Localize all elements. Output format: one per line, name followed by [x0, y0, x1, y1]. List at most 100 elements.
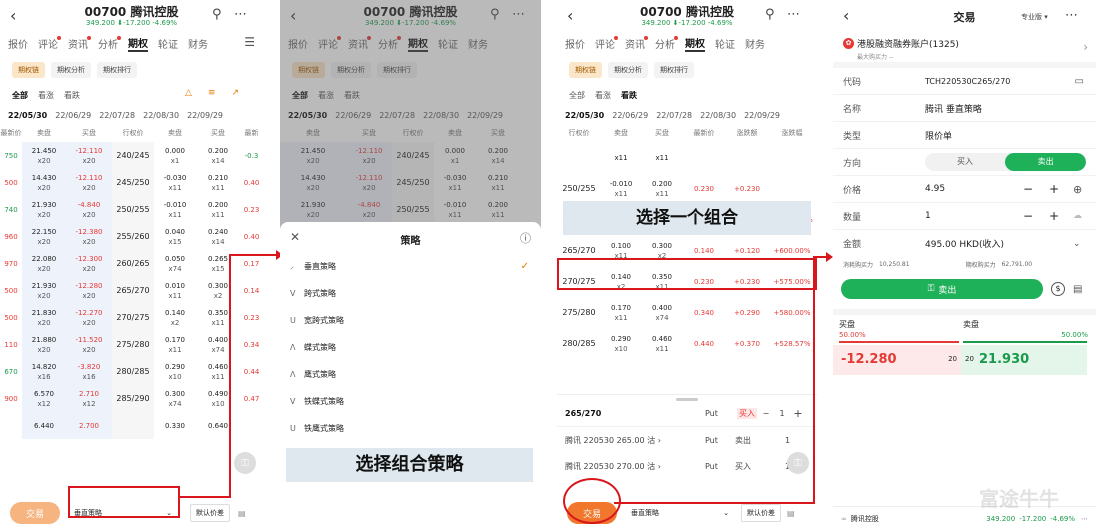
sell-submit-button[interactable]: ⚿ 卖出	[841, 279, 1043, 299]
trade-button[interactable]: 交易	[10, 502, 60, 524]
expiry-date[interactable]: 22/08/30	[143, 111, 179, 120]
strategy-item[interactable]: Λ 蝶式策略	[280, 334, 541, 361]
filter-put[interactable]: 看跌	[621, 90, 637, 101]
target-icon[interactable]: ⊕	[1073, 183, 1082, 196]
strategy-item[interactable]: U 铁鹰式策略	[280, 415, 541, 442]
tab-options[interactable]: 期权	[685, 35, 705, 52]
table-row[interactable]: 670 14.820 x16 -3.820 x16 280/285 0.290 x10 0.46…	[0, 358, 263, 385]
expiry-date[interactable]: 22/05/30	[565, 111, 604, 120]
chart-icon[interactable]: ▤	[238, 509, 246, 518]
expiry-date[interactable]: 22/07/28	[99, 111, 135, 120]
tab-analysis[interactable]: 分析	[98, 35, 121, 51]
strategy-item[interactable]: U 宽跨式策略	[280, 307, 541, 334]
more-icon[interactable]: ⋯	[1065, 8, 1078, 23]
combo-side[interactable]: 买入	[737, 408, 757, 419]
strategy-item[interactable]: Λ 鹰式策略	[280, 361, 541, 388]
tab-news[interactable]: 资讯	[68, 35, 91, 51]
subtab-analysis[interactable]: 期权分析	[608, 62, 648, 78]
sell-toggle[interactable]: 卖出	[1005, 153, 1086, 171]
table-row[interactable]: 900 6.570 x12 2.710 x12 285/290 0.300 x74 0.490 x…	[0, 385, 263, 412]
tab-warrants[interactable]: 轮证	[715, 36, 735, 51]
more-icon[interactable]: ⋯	[787, 7, 800, 22]
expiry-date[interactable]: 22/07/28	[656, 111, 692, 120]
menu-icon[interactable]: ☰	[244, 35, 255, 49]
table-row[interactable]: 500 14.430 x20 -12.110 x20 245/250 -0.030 x11 0.…	[0, 169, 263, 196]
bid-cell[interactable]: 20 21.930	[961, 345, 1087, 375]
info-icon[interactable]: ⓘ	[520, 230, 531, 246]
quantity-input[interactable]: 1	[925, 211, 931, 221]
tab-finance[interactable]: 财务	[188, 36, 208, 51]
table-row[interactable]: 740 21.930 x20 -4.840 x20 250/255 -0.010 x11 0.2…	[0, 196, 263, 223]
expiry-date[interactable]: 22/08/30	[700, 111, 736, 120]
strategy-item[interactable]: ⸝ 垂直策略 ✓	[280, 253, 541, 280]
expiry-date[interactable]: 22/06/29	[612, 111, 648, 120]
tab-finance[interactable]: 财务	[745, 36, 765, 51]
filter-call[interactable]: 看涨	[595, 90, 611, 101]
account-row[interactable]: ✿ 港股融资融券账户(1325) 最大购买力 -- ›	[833, 34, 1096, 68]
minus-icon[interactable]: −	[1023, 182, 1033, 196]
filter-put[interactable]: 看跌	[64, 90, 80, 101]
price-mode-select[interactable]: 默认价差	[741, 504, 781, 522]
buy-toggle[interactable]: 买入	[925, 153, 1006, 171]
strategy-item[interactable]: V 铁蝶式策略	[280, 388, 541, 415]
calendar-icon[interactable]: ▭	[1075, 76, 1084, 87]
plus-icon[interactable]: +	[1049, 182, 1059, 196]
subtab-ranking[interactable]: 期权排行	[97, 62, 137, 78]
leg-row[interactable]: 腾讯 220530 270.00 沽 ›Put买入1	[557, 453, 817, 479]
dollar-icon[interactable]: $	[1051, 282, 1065, 296]
expiry-date[interactable]: 22/09/29	[744, 111, 780, 120]
table-row[interactable]: 500 21.830 x20 -12.270 x20 270/275 0.140 x2 0.35…	[0, 304, 263, 331]
filter-all[interactable]: 全部	[569, 90, 585, 101]
table-row[interactable]: 250/255 -0.010 x11 0.200 x11 0.230 +0.230	[557, 173, 817, 204]
subtab-ranking[interactable]: 期权排行	[654, 62, 694, 78]
table-row[interactable]: 750 21.450 x20 -12.110 x20 240/245 0.000 x1 0.20…	[0, 142, 263, 169]
chart-icon[interactable]: ▤	[787, 509, 795, 518]
table-row[interactable]: 280/285 0.290 x10 0.460 x11 0.440 +0.370 +528.5…	[557, 328, 817, 359]
table-row[interactable]: 6.440 2.700 0.330 0.640	[0, 412, 263, 439]
minus-icon[interactable]: −	[757, 409, 775, 418]
price-input[interactable]: 4.95	[925, 184, 945, 194]
table-row[interactable]: 960 22.150 x20 -12.380 x20 255/260 0.040 x15 0.2…	[0, 223, 263, 250]
subtab-chain[interactable]: 期权链	[569, 62, 602, 78]
plus-icon[interactable]: +	[1049, 209, 1059, 223]
close-icon[interactable]: ✕	[290, 230, 300, 244]
tab-warrants[interactable]: 轮证	[158, 36, 178, 51]
tab-comment[interactable]: 评论	[595, 35, 618, 51]
tab-options[interactable]: 期权	[128, 35, 148, 52]
tab-news[interactable]: 资讯	[625, 35, 648, 51]
tab-analysis[interactable]: 分析	[655, 35, 678, 51]
search-icon[interactable]: ⚲	[212, 7, 222, 22]
combo-qty[interactable]: 1	[775, 409, 789, 418]
subtab-analysis[interactable]: 期权分析	[51, 62, 91, 78]
expiry-date[interactable]: 22/06/29	[55, 111, 91, 120]
filter-all[interactable]: 全部	[12, 90, 28, 101]
expand-icon[interactable]: ⋯	[1081, 515, 1088, 523]
expiry-date[interactable]: 22/09/29	[187, 111, 223, 120]
table-row[interactable]: 500 21.930 x20 -12.280 x20 265/270 0.010 x11 0.3…	[0, 277, 263, 304]
table-row[interactable]: 970 22.080 x20 -12.300 x20 260/265 0.050 x74 0.2…	[0, 250, 263, 277]
tab-quote[interactable]: 报价	[565, 36, 585, 51]
strategy-select[interactable]: 垂直策略 ⌄	[625, 502, 735, 524]
tab-comment[interactable]: 评论	[38, 35, 61, 51]
price-mode-select[interactable]: 默认价差	[190, 504, 230, 522]
ask-cell[interactable]: -12.280 20	[833, 345, 961, 375]
subtab-chain[interactable]: 期权链	[12, 62, 45, 78]
filter-call[interactable]: 看涨	[38, 90, 54, 101]
expiry-date[interactable]: 22/05/30	[8, 111, 47, 120]
more-icon[interactable]: ⋯	[234, 7, 247, 22]
table-row[interactable]: x11 x11	[557, 142, 817, 173]
combo-type[interactable]: Put	[705, 409, 737, 418]
field-value[interactable]: 限价单	[925, 129, 952, 142]
table-row[interactable]: 275/280 0.170 x11 0.400 x74 0.340 +0.290 +580.0…	[557, 297, 817, 328]
version-select[interactable]: 专业版 ▾	[1021, 12, 1048, 22]
minus-icon[interactable]: −	[1023, 209, 1033, 223]
chevron-down-icon[interactable]: ⌄	[1073, 239, 1081, 249]
leg-row[interactable]: 腾讯 220530 265.00 沽 › Put 卖出 1	[557, 427, 817, 453]
table-row[interactable]: 110 21.880 x20 -11.520 x20 275/280 0.170 x11 0.4…	[0, 331, 263, 358]
filter-tool-icons[interactable]: △≡↗	[185, 88, 255, 98]
strategy-item[interactable]: V 跨式策略	[280, 280, 541, 307]
lock-icon[interactable]: ⚿	[787, 452, 809, 474]
document-icon[interactable]: ▤	[1073, 284, 1082, 295]
tab-quote[interactable]: 报价	[8, 36, 28, 51]
search-icon[interactable]: ⚲	[765, 7, 775, 22]
